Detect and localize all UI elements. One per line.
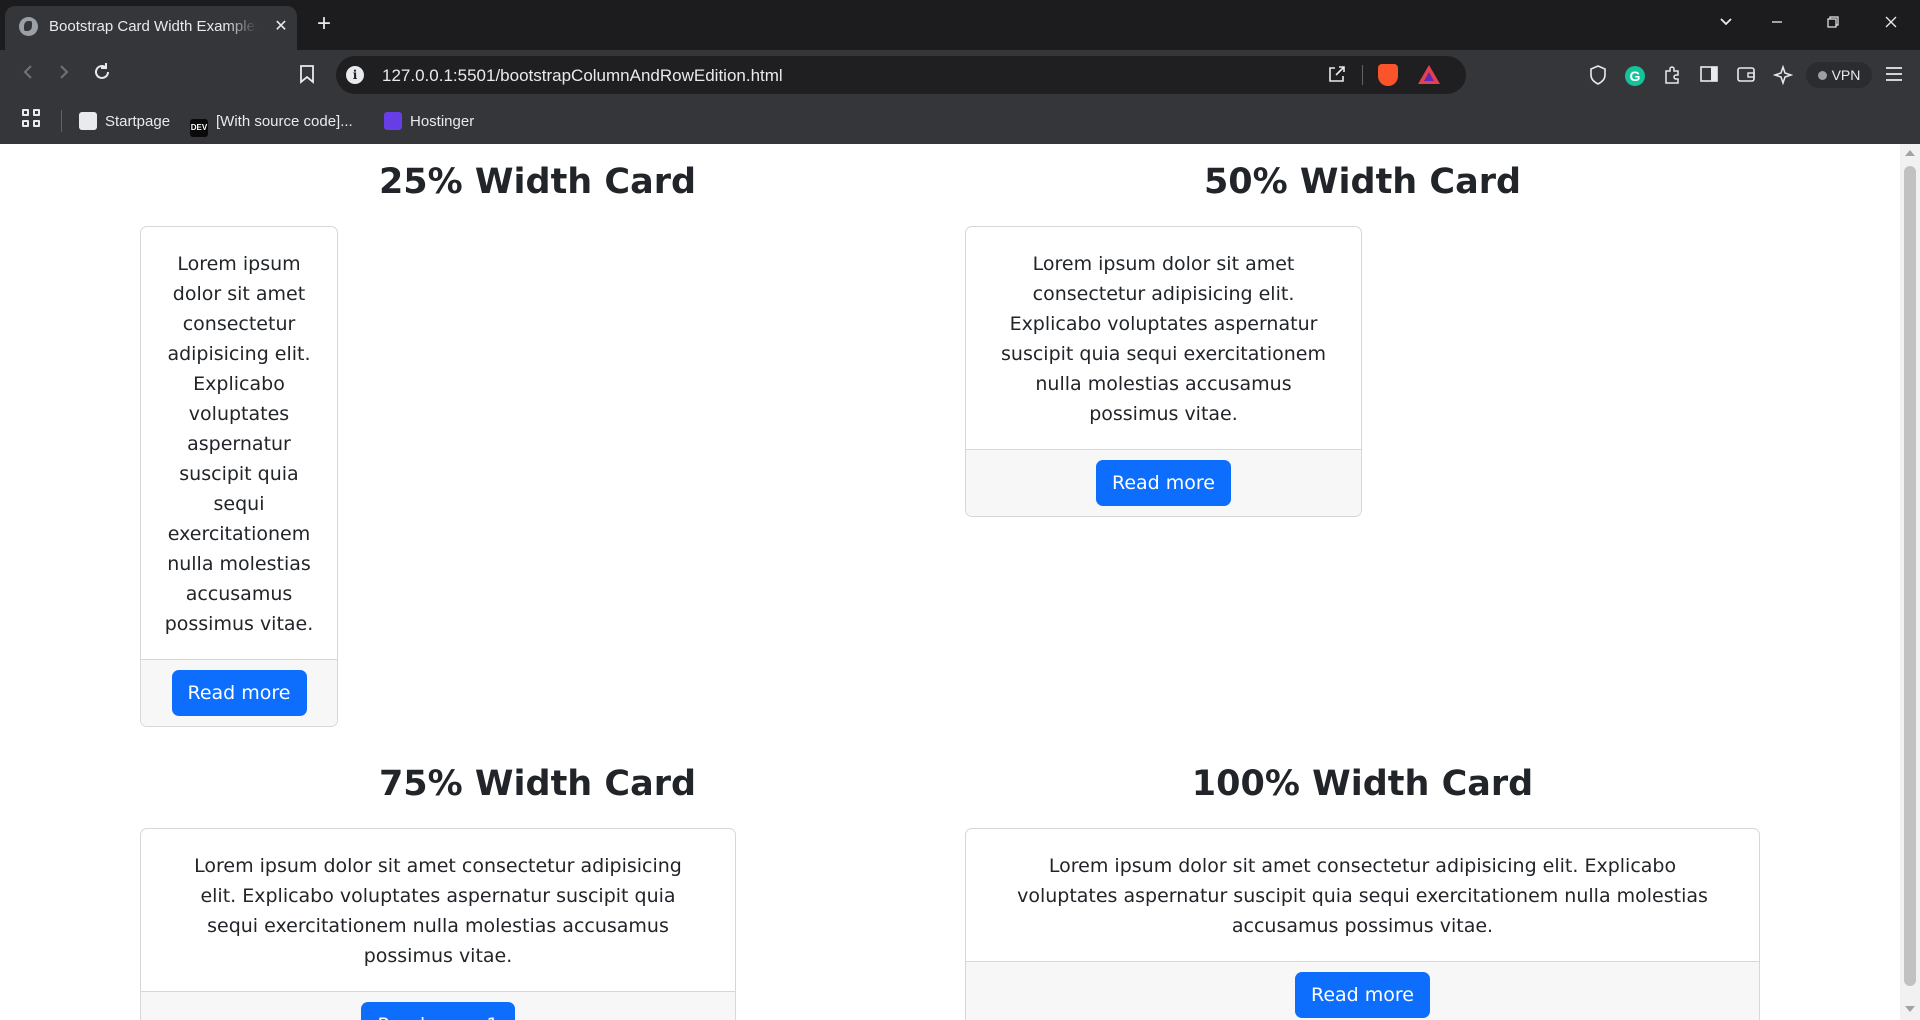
read-more-button[interactable]: Read more 1 [361, 1002, 515, 1020]
card-25: Lorem ipsum dolor sit amet consectetur a… [140, 226, 338, 727]
hamburger-menu-icon[interactable] [1883, 65, 1905, 87]
read-more-button[interactable]: Read more [1096, 460, 1231, 506]
address-divider [1362, 65, 1363, 85]
card-text: Lorem ipsum dolor sit amet consectetur a… [1001, 253, 1326, 425]
section-heading-100: 100% Width Card [1191, 764, 1534, 804]
card-50: Lorem ipsum dolor sit amet consectetur a… [965, 226, 1362, 517]
read-more-button[interactable]: Read more [1295, 972, 1430, 1018]
grammarly-icon[interactable]: G [1624, 65, 1646, 87]
wallet-icon[interactable] [1735, 65, 1757, 87]
site-info-icon[interactable]: i [346, 66, 364, 84]
bookmark-label: [With source code]... [216, 113, 353, 130]
browser-tab[interactable]: Bootstrap Card Width Examples ✕ [5, 6, 297, 50]
bookmark-label: Hostinger [410, 113, 475, 130]
share-icon[interactable] [1326, 64, 1348, 86]
brave-rewards-icon[interactable] [1418, 65, 1440, 84]
bookmark-label: Startpage [105, 113, 171, 130]
card-text: Lorem ipsum dolor sit amet consectetur a… [194, 855, 682, 967]
minimize-icon[interactable] [1762, 10, 1792, 40]
card-footer: Read more [966, 961, 1759, 1020]
reload-icon[interactable] [88, 61, 116, 89]
new-tab-button[interactable]: + [310, 10, 338, 38]
bookmark-startpage[interactable]: Startpage [79, 110, 170, 134]
restore-icon[interactable] [1818, 10, 1848, 40]
bookmark-page-icon[interactable] [296, 64, 318, 86]
section-heading-75: 75% Width Card [378, 764, 697, 804]
shield-extension-icon[interactable] [1587, 65, 1609, 87]
url-text[interactable]: 127.0.0.1:5501/bootstrapColumnAndRowEdit… [382, 66, 783, 86]
tab-strip: Bootstrap Card Width Examples ✕ + [0, 0, 1920, 50]
startpage-icon [79, 112, 97, 130]
card-footer: Read more [966, 449, 1361, 516]
bookmarks-divider [61, 110, 62, 132]
card-100: Lorem ipsum dolor sit amet consectetur a… [965, 828, 1760, 1020]
card-footer: Read more [141, 659, 337, 726]
tab-search-chevron-icon[interactable] [1711, 10, 1741, 40]
read-more-button[interactable]: Read more [171, 670, 307, 716]
browser-toolbar: i 127.0.0.1:5501/bootstrapColumnAndRowEd… [0, 50, 1920, 100]
apps-grid-icon[interactable] [22, 109, 42, 129]
scroll-down-arrow-icon[interactable] [1905, 1006, 1915, 1012]
bookmark-hostinger[interactable]: Hostinger [384, 110, 474, 134]
section-heading-50: 50% Width Card [1203, 162, 1522, 202]
card-text: Lorem ipsum dolor sit amet consectetur a… [1017, 855, 1708, 937]
leo-ai-icon[interactable] [1772, 64, 1794, 87]
svg-text:G: G [1630, 68, 1641, 84]
sidebar-icon[interactable] [1698, 65, 1720, 87]
section-heading-25: 25% Width Card [378, 162, 697, 202]
close-tab-icon[interactable]: ✕ [269, 15, 293, 39]
page-scrollbar[interactable] [1900, 144, 1920, 1020]
close-window-icon[interactable] [1876, 10, 1906, 40]
card-text: Lorem ipsum dolor sit amet consectetur a… [164, 253, 314, 635]
extensions-puzzle-icon[interactable] [1661, 65, 1683, 87]
vpn-button[interactable]: VPN [1806, 62, 1872, 88]
globe-icon [19, 17, 38, 36]
brave-shields-icon[interactable] [1378, 64, 1398, 86]
back-icon[interactable] [14, 61, 42, 89]
vpn-status-dot [1817, 71, 1827, 80]
scroll-up-arrow-icon[interactable] [1905, 150, 1915, 156]
address-bar[interactable]: i 127.0.0.1:5501/bootstrapColumnAndRowEd… [336, 56, 1466, 94]
vpn-label: VPN [1831, 67, 1861, 83]
scrollbar-thumb[interactable] [1904, 166, 1916, 986]
card-footer: Read more 1 [141, 991, 735, 1020]
forward-icon[interactable] [50, 61, 78, 89]
bookmark-dev[interactable]: DEV [With source code]... [190, 110, 353, 137]
page-viewport: 25% Width Card Lorem ipsum dolor sit ame… [0, 144, 1900, 1020]
tab-title: Bootstrap Card Width Examples [49, 18, 257, 35]
card-75: Lorem ipsum dolor sit amet consectetur a… [140, 828, 736, 1020]
dev-icon: DEV [190, 119, 208, 137]
hostinger-icon [384, 112, 402, 130]
